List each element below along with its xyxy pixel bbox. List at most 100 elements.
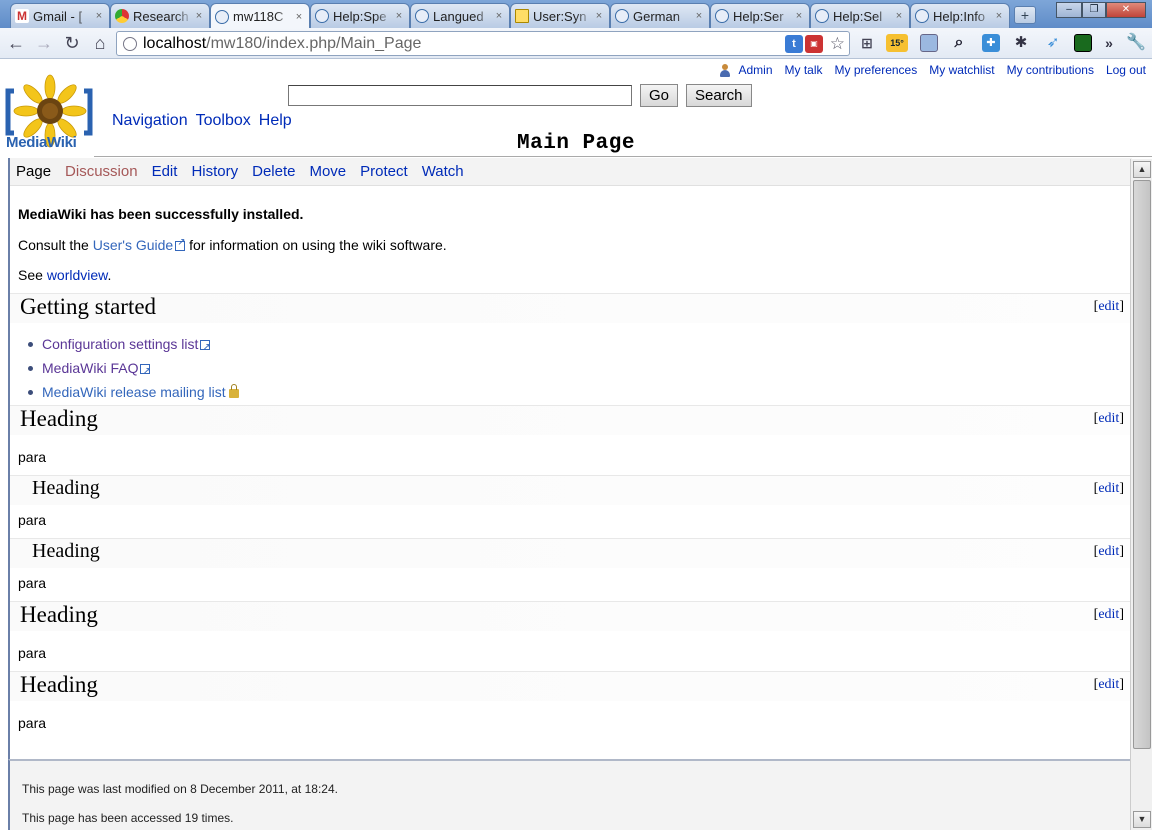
edit-link[interactable]: edit: [1098, 544, 1119, 559]
pdf-extension-icon[interactable]: ▣: [805, 35, 823, 53]
window-close-button[interactable]: ✕: [1106, 2, 1146, 18]
edit-link[interactable]: edit: [1098, 481, 1119, 496]
overflow-chevron-icon[interactable]: »: [1100, 34, 1118, 52]
tab-gmail[interactable]: M Gmail - [ ×: [10, 3, 110, 28]
tab-help-ser[interactable]: Help:Ser ×: [710, 3, 810, 28]
tab-title: German: [633, 8, 680, 24]
nav-toolbox[interactable]: Toolbox: [196, 112, 251, 130]
mediawiki-faq-link[interactable]: MediaWiki FAQ: [42, 360, 138, 376]
green-extension-icon[interactable]: [1074, 34, 1092, 52]
minimize-button[interactable]: –: [1056, 2, 1082, 18]
edit-link[interactable]: edit: [1098, 677, 1119, 692]
users-guide-link[interactable]: User's Guide: [93, 237, 173, 253]
tab-close-icon[interactable]: ×: [593, 10, 605, 22]
tab-close-icon[interactable]: ×: [93, 10, 105, 22]
tab-protect[interactable]: Protect: [360, 163, 408, 180]
tab-close-icon[interactable]: ×: [693, 10, 705, 22]
scroll-up-arrow-icon[interactable]: ▲: [1133, 161, 1151, 178]
tab-page[interactable]: Page: [16, 163, 51, 180]
personal-tools: Admin My talk My preferences My watchlis…: [719, 63, 1146, 77]
bracket-close: ]: [1119, 607, 1124, 622]
tab-edit[interactable]: Edit: [152, 163, 178, 180]
restore-button[interactable]: ❐: [1082, 2, 1106, 18]
personal-link-logout[interactable]: Log out: [1106, 63, 1146, 77]
personal-link-contributions[interactable]: My contributions: [1007, 63, 1094, 77]
scroll-down-arrow-icon[interactable]: ▼: [1133, 811, 1151, 828]
list-item: MediaWiki release mailing list: [28, 380, 239, 404]
personal-link-preferences[interactable]: My preferences: [835, 63, 918, 77]
last-modified-text: This page was last modified on 8 Decembe…: [22, 782, 338, 796]
tab-mw1180-active[interactable]: mw118C ×: [210, 3, 310, 29]
tab-discussion[interactable]: Discussion: [65, 163, 138, 180]
tab-title: Gmail - [: [33, 8, 83, 24]
tab-help-info[interactable]: Help:Info ×: [910, 3, 1010, 28]
external-link-icon: [200, 336, 211, 360]
tab-history[interactable]: History: [191, 163, 238, 180]
bracket-close: ]: [1119, 481, 1124, 496]
address-bar[interactable]: localhost/mw180/index.php/Main_Page t ▣ …: [116, 31, 850, 56]
bird-extension-icon[interactable]: ➶: [1044, 34, 1062, 52]
access-count-text: This page has been accessed 19 times.: [22, 811, 234, 825]
nav-navigation[interactable]: Navigation: [112, 112, 188, 130]
bug-extension-icon[interactable]: ✱: [1012, 34, 1030, 52]
tab-close-icon[interactable]: ×: [393, 10, 405, 22]
new-tab-button[interactable]: +: [1014, 6, 1036, 24]
tree-style-icon[interactable]: ⊞: [858, 34, 876, 52]
personal-link-watchlist[interactable]: My watchlist: [929, 63, 994, 77]
section-heading: Heading: [20, 672, 98, 697]
config-settings-link[interactable]: Configuration settings list: [42, 336, 198, 352]
tab-close-icon[interactable]: ×: [493, 10, 505, 22]
browser-toolbar: ← → ↻ ⌂ localhost/mw180/index.php/Main_P…: [0, 28, 1152, 59]
mailing-list-link[interactable]: MediaWiki release mailing list: [42, 384, 226, 400]
tab-research[interactable]: Research ×: [110, 3, 210, 28]
tab-delete[interactable]: Delete: [252, 163, 295, 180]
wrench-menu-icon[interactable]: 🔧: [1126, 34, 1146, 52]
edit-link[interactable]: edit: [1098, 411, 1119, 426]
home-icon[interactable]: ⌂: [89, 32, 111, 54]
tab-german[interactable]: German ×: [610, 3, 710, 28]
see-prefix: See: [18, 267, 47, 283]
tab-close-icon[interactable]: ×: [293, 11, 305, 23]
personal-link-my-talk[interactable]: My talk: [785, 63, 823, 77]
screen-capture-icon[interactable]: [920, 34, 938, 52]
bookmark-star-icon[interactable]: ☆: [830, 34, 845, 54]
tab-help-spe[interactable]: Help:Spe ×: [310, 3, 410, 28]
forward-arrow-icon[interactable]: →: [33, 32, 55, 54]
section-para: para: [18, 715, 47, 731]
go-button[interactable]: Go: [640, 84, 679, 107]
nav-help[interactable]: Help: [259, 112, 292, 130]
tab-watch[interactable]: Watch: [422, 163, 464, 180]
tab-close-icon[interactable]: ×: [893, 10, 905, 22]
globe-icon: [715, 9, 729, 23]
back-arrow-icon[interactable]: ←: [5, 32, 27, 54]
section-edit: [edit]: [1094, 411, 1124, 427]
section-edit: [edit]: [1094, 299, 1124, 315]
tab-close-icon[interactable]: ×: [193, 10, 205, 22]
edit-link[interactable]: edit: [1098, 607, 1119, 622]
tab-close-icon[interactable]: ×: [993, 10, 1005, 22]
tab-user-syn[interactable]: User:Syn ×: [510, 3, 610, 28]
tab-close-icon[interactable]: ×: [793, 10, 805, 22]
personal-link-admin[interactable]: Admin: [739, 63, 773, 77]
reload-icon[interactable]: ↻: [61, 32, 83, 54]
section-heading-5: Heading [edit]: [10, 671, 1130, 701]
section-edit: [edit]: [1094, 607, 1124, 623]
vertical-scrollbar[interactable]: ▲ ▼: [1130, 159, 1152, 830]
weather-extension-icon[interactable]: 15°: [886, 34, 908, 52]
section-getting-started: Getting started [edit]: [10, 293, 1130, 323]
search-button[interactable]: Search: [686, 84, 752, 107]
bracket-close: ]: [1119, 677, 1124, 692]
search-input[interactable]: [288, 85, 632, 106]
url-path: /mw180/index.php/Main_Page: [206, 34, 422, 52]
scrollbar-thumb[interactable]: [1133, 180, 1151, 749]
edit-link[interactable]: edit: [1098, 299, 1119, 314]
tab-help-sel[interactable]: Help:Sel ×: [810, 3, 910, 28]
magnifier-extension-icon[interactable]: ⌕: [950, 34, 968, 52]
worldview-link[interactable]: worldview: [47, 267, 108, 283]
translate-extension-icon[interactable]: t: [785, 35, 803, 53]
puzzle-extension-icon[interactable]: ✚: [982, 34, 1000, 52]
tab-title: Help:Ser: [733, 8, 784, 24]
tab-move[interactable]: Move: [309, 163, 346, 180]
wiki-page: Admin My talk My preferences My watchlis…: [0, 59, 1152, 830]
tab-langued[interactable]: Langued ×: [410, 3, 510, 28]
